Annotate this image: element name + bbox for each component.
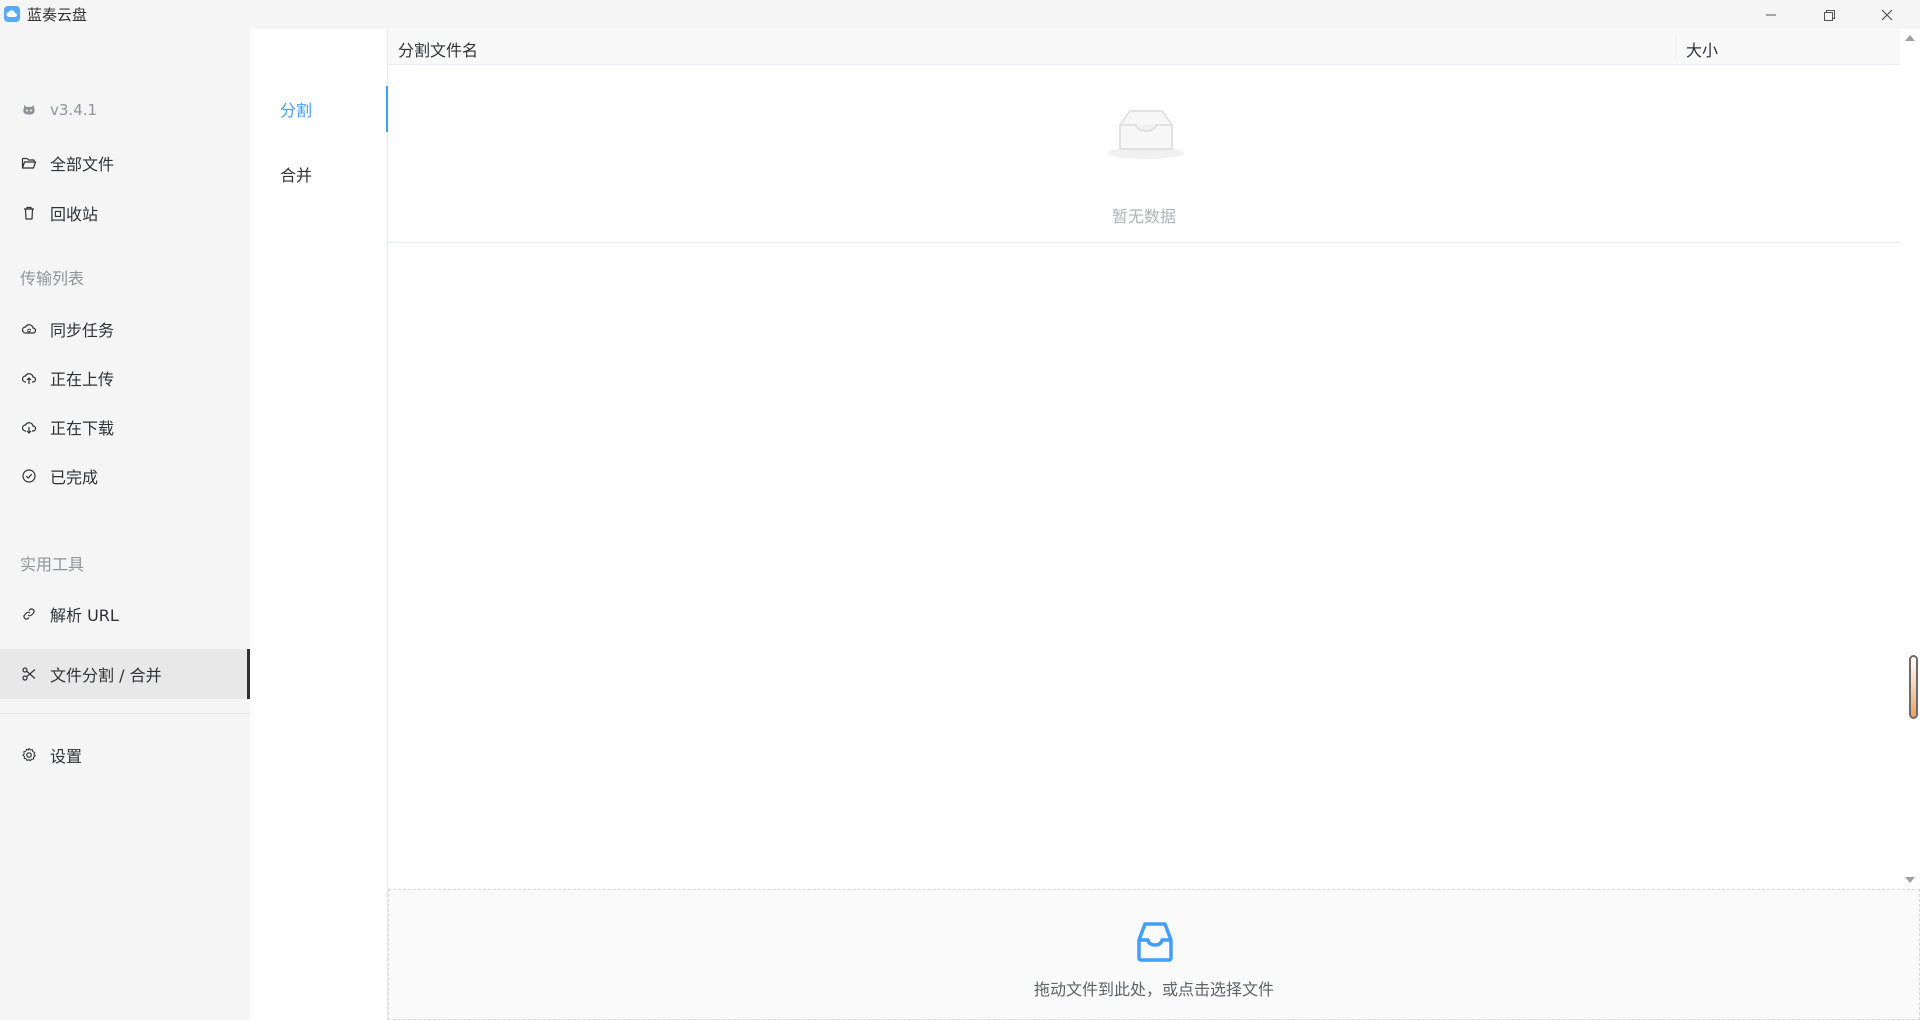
drop-zone-text: 拖动文件到此处，或点击选择文件 <box>1033 980 1274 999</box>
sidebar-item-all-files[interactable]: 全部文件 <box>0 138 250 188</box>
sidebar-item-sync[interactable]: 同步任务 <box>0 304 250 354</box>
scroll-up-arrow-icon[interactable] <box>1905 35 1915 41</box>
scissors-icon <box>20 665 38 683</box>
group-label-tools: 实用工具 <box>20 555 85 574</box>
minimize-icon <box>1766 14 1776 15</box>
tab-split[interactable]: 分割 <box>250 86 388 132</box>
version-label: v3.4.1 <box>50 101 98 119</box>
sidebar-item-label: 回收站 <box>50 205 99 224</box>
title-bar: 蓝奏云盘 <box>0 0 1920 29</box>
empty-state: 暂无数据 <box>388 65 1900 243</box>
column-divider[interactable] <box>1675 33 1676 61</box>
sidebar-item-completed[interactable]: 已完成 <box>0 451 250 501</box>
sidebar: v3.4.1 全部文件 回收站 传输列表 同步任务 正在上传 正在下载 已完成 … <box>0 29 250 1020</box>
sidebar-item-parse-url[interactable]: 解析 URL <box>0 589 250 639</box>
column-header-size[interactable]: 大小 <box>1686 37 1718 61</box>
github-icon <box>20 101 38 119</box>
sidebar-item-settings[interactable]: 设置 <box>0 730 250 780</box>
cloud-upload-icon <box>20 369 38 387</box>
vertical-scrollbar[interactable] <box>1900 29 1920 889</box>
sidebar-item-downloading[interactable]: 正在下载 <box>0 402 250 452</box>
folder-open-icon <box>20 154 38 172</box>
file-drop-zone[interactable]: 拖动文件到此处，或点击选择文件 <box>388 889 1920 1020</box>
sidebar-item-label: 文件分割 / 合并 <box>50 666 162 685</box>
sidebar-item-file-split-merge[interactable]: 文件分割 / 合并 <box>0 649 250 699</box>
minimize-button[interactable] <box>1748 0 1794 29</box>
close-icon <box>1881 9 1893 20</box>
window-title: 蓝奏云盘 <box>27 6 88 24</box>
gear-icon <box>20 746 38 764</box>
cloud-download-icon <box>20 418 38 436</box>
version-info[interactable]: v3.4.1 <box>0 85 250 135</box>
split-files-table: 分割文件名 大小 暂无数据 <box>388 29 1900 889</box>
table-header: 分割文件名 大小 <box>388 29 1900 65</box>
sidebar-item-label: 解析 URL <box>50 606 119 625</box>
restore-button[interactable] <box>1806 0 1852 29</box>
link-icon <box>20 605 38 623</box>
app-logo-icon <box>4 6 20 22</box>
sidebar-item-label: 同步任务 <box>50 321 115 340</box>
sidebar-item-recycle-bin[interactable]: 回收站 <box>0 188 250 238</box>
scrollbar-thumb[interactable] <box>1909 655 1918 719</box>
group-label-transfer: 传输列表 <box>20 269 85 288</box>
restore-icon <box>1824 9 1835 21</box>
sidebar-item-label: 全部文件 <box>50 155 115 174</box>
empty-box-icon <box>1108 110 1184 159</box>
sidebar-item-label: 正在下载 <box>50 419 115 438</box>
scroll-down-arrow-icon[interactable] <box>1905 877 1915 883</box>
split-merge-tabs: 分割 合并 <box>250 29 388 1020</box>
tab-merge[interactable]: 合并 <box>250 151 388 197</box>
trash-icon <box>20 204 38 222</box>
close-button[interactable] <box>1864 0 1910 29</box>
column-header-name[interactable]: 分割文件名 <box>398 37 478 61</box>
cloud-sync-icon <box>20 320 38 338</box>
sidebar-divider <box>0 713 250 714</box>
empty-text: 暂无数据 <box>1111 207 1176 226</box>
sidebar-item-label: 设置 <box>50 747 83 766</box>
sidebar-item-label: 已完成 <box>50 468 99 487</box>
sidebar-item-uploading[interactable]: 正在上传 <box>0 353 250 403</box>
check-circle-icon <box>20 467 38 485</box>
inbox-icon <box>1137 922 1173 962</box>
sidebar-item-label: 正在上传 <box>50 370 115 389</box>
